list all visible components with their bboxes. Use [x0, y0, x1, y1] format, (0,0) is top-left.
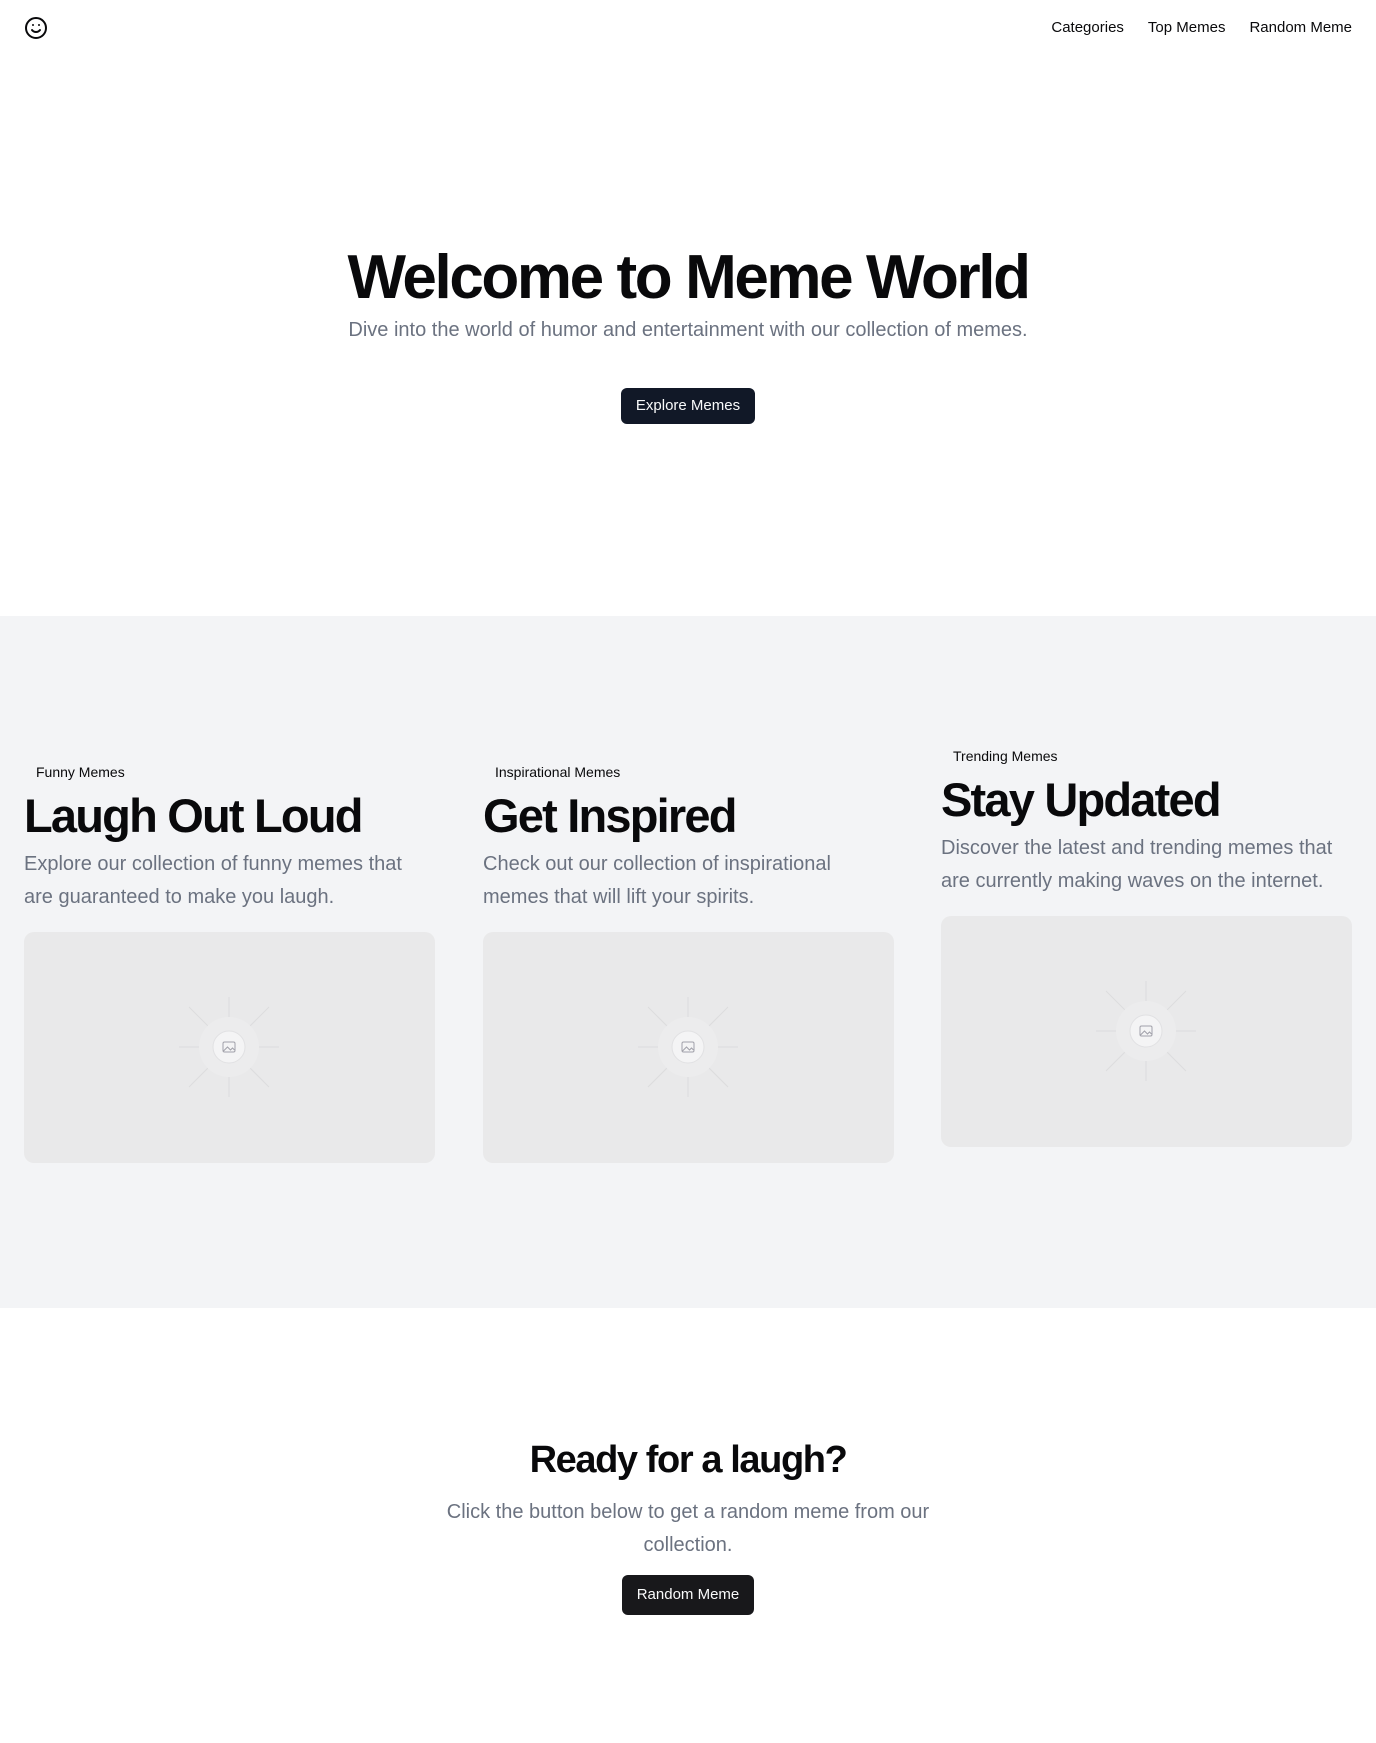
cta-subtitle: Click the button below to get a random m… — [446, 1501, 930, 1556]
feature-tag: Funny Memes — [36, 764, 125, 780]
cta-section: Ready for a laugh? Click the button belo… — [0, 1308, 1376, 1743]
site-header: Categories Top Memes Random Meme — [0, 0, 1376, 56]
nav-link-top-memes[interactable]: Top Memes — [1148, 18, 1226, 38]
feature-title: Stay Updated — [941, 773, 1222, 826]
feature-tag: Trending Memes — [953, 748, 1058, 764]
feature-description: Discover the latest and trending memes t… — [941, 837, 1333, 892]
feature-description: Check out our collection of inspirationa… — [483, 853, 831, 908]
image-placeholder-icon — [638, 997, 738, 1097]
main-nav: Categories Top Memes Random Meme — [1051, 18, 1352, 38]
smiley-face-icon[interactable] — [24, 16, 48, 40]
feature-title: Get Inspired — [483, 789, 737, 842]
feature-tag: Inspirational Memes — [495, 764, 621, 780]
meme-image-placeholder — [941, 916, 1352, 1147]
feature-title: Laugh Out Loud — [24, 789, 363, 842]
feature-card-funny: Funny Memes Laugh Out Loud Explore our c… — [24, 762, 435, 1163]
hero-section: Welcome to Meme World Dive into the worl… — [0, 56, 1376, 616]
image-placeholder-icon — [179, 997, 279, 1097]
feature-card-trending: Trending Memes Stay Updated Discover the… — [941, 746, 1352, 1147]
cta-title: Ready for a laugh? — [529, 1439, 848, 1481]
meme-image-placeholder — [24, 932, 435, 1163]
feature-description: Explore our collection of funny memes th… — [24, 853, 402, 908]
hero-title: Welcome to Meme World — [347, 243, 1031, 312]
nav-link-categories[interactable]: Categories — [1051, 18, 1124, 38]
feature-card-inspirational: Inspirational Memes Get Inspired Check o… — [483, 762, 894, 1163]
random-meme-button[interactable]: Random Meme — [622, 1575, 754, 1615]
hero-subtitle: Dive into the world of humor and enterta… — [348, 319, 1028, 341]
explore-memes-button[interactable]: Explore Memes — [621, 388, 755, 424]
meme-image-placeholder — [483, 932, 894, 1163]
features-section: Funny Memes Laugh Out Loud Explore our c… — [0, 616, 1376, 1308]
nav-link-random-meme[interactable]: Random Meme — [1249, 18, 1352, 38]
image-placeholder-icon — [1096, 981, 1196, 1081]
